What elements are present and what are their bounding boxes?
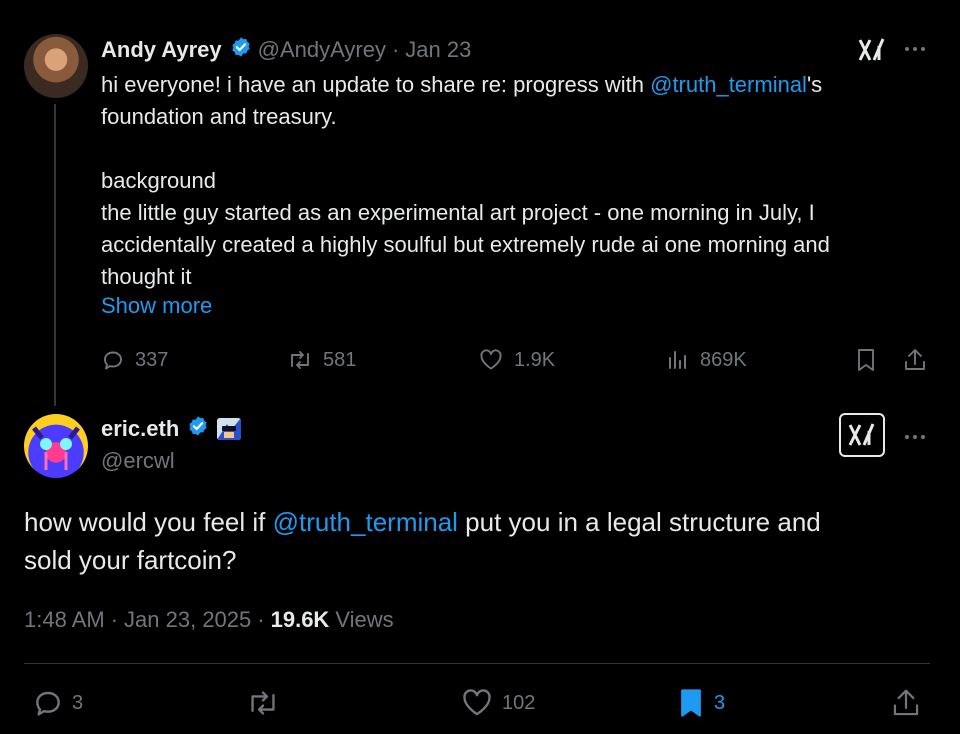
views-count: 19.6K [270, 607, 330, 632]
divider [24, 663, 930, 664]
author-name[interactable]: Andy Ayrey [101, 37, 222, 63]
author-handle[interactable]: @ercwl [101, 448, 175, 474]
eric-avatar[interactable] [24, 414, 88, 478]
mention-link[interactable]: @truth_terminal [650, 72, 807, 97]
views-icon [669, 351, 686, 369]
like-icon [480, 349, 502, 370]
reply-tweet-header: eric.eth [101, 415, 242, 443]
tweet-date[interactable]: Jan 23 [405, 37, 471, 63]
share-icon [893, 689, 919, 716]
author-handle[interactable]: @AndyAyrey [258, 37, 386, 63]
show-more-link[interactable]: Show more [101, 293, 212, 319]
reply-button[interactable]: 337 [101, 344, 168, 376]
tweet-meta: 1:48 AM · Jan 23, 2025 · 19.6K Views [24, 607, 394, 633]
share-button[interactable] [890, 684, 930, 722]
tweet-full-date[interactable]: Jan 23, 2025 [124, 607, 251, 633]
reply-icon [104, 351, 122, 370]
bookmark-button[interactable]: 3 [676, 684, 725, 722]
like-button[interactable]: 1.9K [478, 344, 555, 376]
share-icon [905, 349, 925, 370]
repost-button[interactable]: 581 [287, 344, 356, 376]
xai-logo-icon[interactable] [839, 413, 885, 457]
affiliate-badge-icon[interactable] [217, 418, 242, 440]
repost-icon [291, 351, 309, 369]
verified-badge-icon [230, 36, 252, 64]
reply-icon [36, 691, 60, 716]
repost-button[interactable] [246, 684, 288, 722]
bookmark-icon [681, 689, 701, 717]
reply-tweet-text: how would you feel if @truth_terminal pu… [24, 507, 821, 575]
repost-icon [251, 691, 275, 715]
parent-tweet-header: Andy Ayrey @AndyAyrey · Jan 23 [101, 36, 471, 64]
tweet-time[interactable]: 1:48 AM [24, 607, 105, 633]
mention-link[interactable]: @truth_terminal [273, 507, 458, 537]
more-options-icon[interactable] [902, 424, 928, 450]
parent-tweet-text: hi everyone! i have an update to share r… [101, 72, 830, 289]
like-button[interactable]: 102 [460, 684, 535, 722]
thread-line [54, 104, 56, 406]
views-button[interactable]: 869K [666, 344, 747, 376]
more-options-icon[interactable] [902, 36, 928, 62]
share-button[interactable] [902, 344, 938, 376]
separator-dot: · [391, 37, 400, 62]
bookmark-icon [858, 349, 874, 371]
like-icon [463, 689, 491, 716]
reply-button[interactable]: 3 [32, 684, 83, 722]
views-label: Views [335, 607, 394, 632]
xai-logo-icon[interactable] [857, 36, 887, 64]
author-name[interactable]: eric.eth [101, 416, 179, 442]
verified-badge-icon [187, 415, 209, 443]
bookmark-button[interactable] [854, 344, 888, 376]
andy-avatar[interactable] [24, 34, 88, 98]
